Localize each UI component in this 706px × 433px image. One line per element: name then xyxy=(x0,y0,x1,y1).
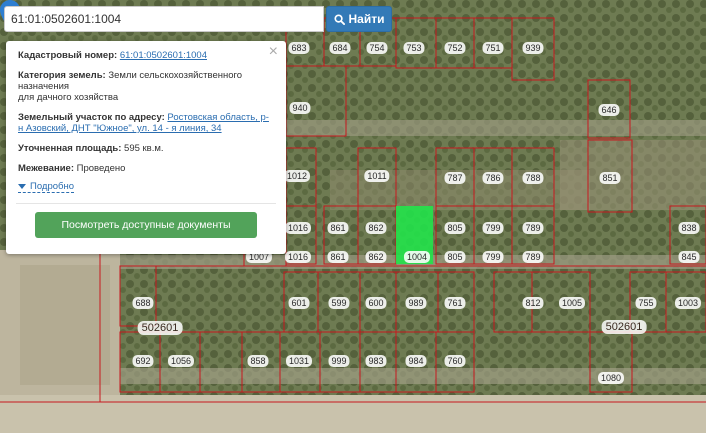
parcel-label: 983 xyxy=(365,355,387,367)
triangle-down-icon xyxy=(18,184,26,189)
search-bar: Найти xyxy=(4,6,392,32)
cadastral-row: Кадастровый номер: 61:01:0502601:1004 xyxy=(18,50,274,61)
parcel-label: 692 xyxy=(132,355,154,367)
parcel-label: 755 xyxy=(635,297,657,309)
parcel-label: 939 xyxy=(522,42,544,54)
category-value-line3: для дачного хозяйства xyxy=(18,92,119,103)
cadastral-label: Кадастровый номер: xyxy=(18,50,118,61)
parcel-label: 861 xyxy=(327,222,349,234)
parcel-label: 1016 xyxy=(284,251,312,263)
parcel-label: 1012 xyxy=(283,170,311,182)
category-label: Категория земель: xyxy=(18,70,106,81)
parcel-label: 789 xyxy=(522,251,544,263)
parcel-label: 599 xyxy=(328,297,350,309)
parcel-label: 1031 xyxy=(285,355,313,367)
parcel-label: 1016 xyxy=(284,222,312,234)
parcel-label: 789 xyxy=(522,222,544,234)
search-icon xyxy=(333,13,345,25)
search-input[interactable] xyxy=(4,6,324,32)
parcel-label: 752 xyxy=(444,42,466,54)
parcel-label: 1011 xyxy=(364,170,390,182)
parcel-label: 1005 xyxy=(558,297,586,309)
category-value-line1: Земли сельскохозяйственного xyxy=(108,70,243,81)
card-divider xyxy=(16,203,276,204)
parcel-label: 845 xyxy=(678,251,700,263)
parcel-label: 1056 xyxy=(167,355,195,367)
parcel-label: 754 xyxy=(366,42,388,54)
parcel-label: 799 xyxy=(482,251,504,263)
parcel-label: 805 xyxy=(444,251,466,263)
area-value: 595 кв.м. xyxy=(124,143,164,154)
category-value-line2: назначения xyxy=(18,81,70,92)
parcel-label: 751 xyxy=(482,42,504,54)
parcel-label: 646 xyxy=(598,104,620,116)
parcel-label: 812 xyxy=(522,297,544,309)
address-link-part2[interactable]: н Азовский, ДНТ "Южное", ул. 14 - я лини… xyxy=(18,123,222,134)
parcel-label: 862 xyxy=(365,251,387,263)
parcel-label: 688 xyxy=(132,297,154,309)
parcel-label: 600 xyxy=(365,297,387,309)
survey-value: Проведено xyxy=(76,163,126,174)
address-row: Земельный участок по адресу: Ростовская … xyxy=(18,112,274,134)
more-details-label: Подробно xyxy=(30,181,74,192)
parcel-label: 805 xyxy=(444,222,466,234)
parcel-label: 760 xyxy=(444,355,466,367)
close-icon[interactable]: × xyxy=(269,44,278,60)
parcel-label: 1080 xyxy=(597,372,625,384)
parcel-label: 858 xyxy=(247,355,269,367)
parcel-label: 989 xyxy=(405,297,427,309)
search-button-label: Найти xyxy=(348,12,385,26)
survey-row: Межевание: Проведено xyxy=(18,163,274,174)
more-details-link[interactable]: Подробно xyxy=(18,181,74,193)
parcel-label: 683 xyxy=(288,42,310,54)
parcel-label: 684 xyxy=(329,42,351,54)
parcel-label: 601 xyxy=(288,297,310,309)
survey-label: Межевание: xyxy=(18,163,74,174)
cadastral-block-label: 502601 xyxy=(601,320,647,334)
parcel-label: 799 xyxy=(482,222,504,234)
search-button[interactable]: Найти xyxy=(326,6,392,32)
view-documents-button[interactable]: Посмотреть доступные документы xyxy=(35,212,257,238)
address-link-part1[interactable]: Ростовская область, р- xyxy=(167,112,269,123)
parcel-label: 761 xyxy=(444,297,466,309)
parcel-label: 999 xyxy=(328,355,350,367)
cadastral-number-link[interactable]: 61:01:0502601:1004 xyxy=(120,50,207,61)
parcel-label: 753 xyxy=(403,42,425,54)
parcel-info-card: × Кадастровый номер: 61:01:0502601:1004 … xyxy=(6,41,286,254)
category-row: Категория земель: Земли сельскохозяйстве… xyxy=(18,70,274,103)
parcel-label: 786 xyxy=(482,172,504,184)
area-label: Уточненная площадь: xyxy=(18,143,122,154)
parcel-label: 1003 xyxy=(674,297,702,309)
parcel-label: 940 xyxy=(289,102,311,114)
parcel-label: 787 xyxy=(444,172,466,184)
cadastral-block-label: 502601 xyxy=(137,321,183,335)
parcel-label: 788 xyxy=(522,172,544,184)
parcel-label: 861 xyxy=(327,251,349,263)
area-row: Уточненная площадь: 595 кв.м. xyxy=(18,143,274,154)
address-label: Земельный участок по адресу: xyxy=(18,112,165,123)
parcel-label: 1004 xyxy=(403,251,431,263)
parcel-label: 851 xyxy=(599,172,621,184)
parcel-label: 984 xyxy=(405,355,427,367)
parcel-label: 838 xyxy=(678,222,700,234)
parcel-label: 862 xyxy=(365,222,387,234)
